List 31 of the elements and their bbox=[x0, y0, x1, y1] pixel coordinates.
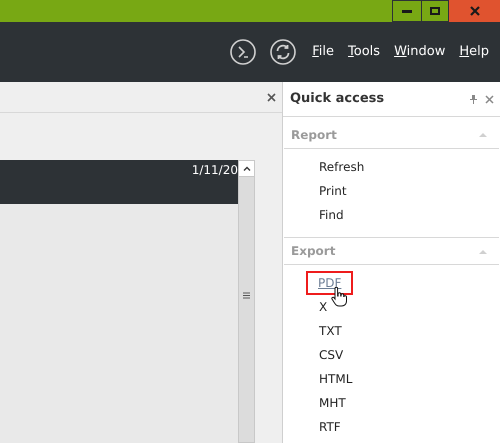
hand-cursor-icon bbox=[331, 287, 347, 307]
action-link[interactable]: Refresh bbox=[307, 158, 376, 176]
chevron-up-icon bbox=[242, 166, 250, 171]
scroll-up-button[interactable] bbox=[239, 161, 254, 177]
action-link[interactable]: Find bbox=[307, 206, 356, 224]
menu-item[interactable]: File bbox=[312, 42, 334, 62]
minimize-icon bbox=[402, 10, 412, 12]
menu-item[interactable]: Window bbox=[394, 42, 446, 62]
terminal-icon[interactable] bbox=[230, 39, 256, 65]
close-icon bbox=[470, 6, 480, 16]
pin-icon[interactable] bbox=[470, 94, 477, 104]
scrollbar[interactable] bbox=[238, 160, 255, 443]
refresh-icon[interactable] bbox=[270, 39, 296, 65]
close-button[interactable] bbox=[449, 0, 500, 22]
minimize-button[interactable] bbox=[392, 0, 422, 22]
action-link[interactable]: TXT bbox=[307, 322, 354, 340]
action-link[interactable]: HTML bbox=[307, 370, 364, 388]
action-link[interactable]: RTF bbox=[307, 418, 353, 436]
menu-item[interactable]: Help bbox=[459, 42, 489, 62]
close-icon[interactable] bbox=[485, 94, 494, 104]
action-link[interactable]: CSV bbox=[307, 346, 356, 364]
close-icon[interactable] bbox=[267, 92, 276, 102]
section-title: Export bbox=[291, 243, 336, 260]
panel-title: Quick access bbox=[290, 90, 386, 108]
maximize-icon bbox=[430, 7, 440, 15]
action-link[interactable]: MHT bbox=[307, 394, 358, 412]
grip-icon bbox=[243, 292, 250, 299]
action-link[interactable]: Print bbox=[307, 182, 359, 200]
date-text: 1/11/20 bbox=[192, 163, 238, 179]
section-title: Report bbox=[291, 126, 338, 144]
menu-item[interactable]: Tools bbox=[348, 42, 380, 62]
